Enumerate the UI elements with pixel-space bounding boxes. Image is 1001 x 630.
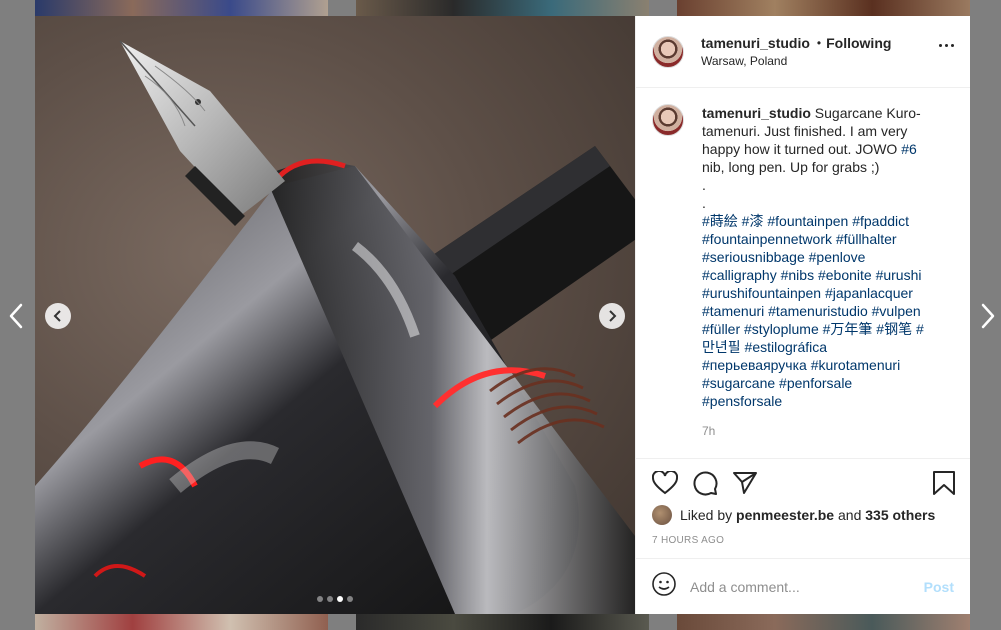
carousel-prev-button[interactable]	[45, 303, 71, 329]
grid-thumbnail[interactable]	[677, 0, 970, 16]
grid-thumbnail[interactable]	[356, 0, 649, 16]
grid-thumbnail[interactable]	[35, 0, 328, 16]
liker-avatar[interactable]	[652, 505, 672, 525]
heart-icon[interactable]	[652, 471, 678, 495]
post-comment-button[interactable]: Post	[924, 579, 954, 595]
grid-thumbnail[interactable]	[35, 614, 328, 630]
comment-bubble-icon[interactable]	[692, 470, 718, 496]
bookmark-icon[interactable]	[932, 470, 956, 501]
likes-summary: Liked by penmeester.be and 335 others	[652, 505, 954, 525]
carousel-indicator	[317, 596, 353, 602]
separator-dot: •	[816, 36, 822, 50]
grid-thumbnail[interactable]	[677, 614, 970, 630]
caption-username[interactable]: tamenuri_studio	[702, 105, 811, 121]
chevron-left-icon	[53, 310, 61, 322]
carousel-dot	[347, 596, 353, 602]
post-timestamp[interactable]: 7 HOURS AGO	[652, 535, 954, 546]
paper-plane-icon[interactable]	[732, 471, 758, 495]
follow-status-button[interactable]: Following	[826, 35, 891, 51]
caption: tamenuri_studio Sugarcane Kuro-tamenuri.…	[652, 104, 954, 440]
caption-age: 7h	[702, 424, 716, 438]
grid-thumbnail[interactable]	[356, 614, 649, 630]
more-options-icon[interactable]	[939, 44, 954, 47]
previous-post-button[interactable]	[4, 300, 28, 332]
next-post-button[interactable]	[976, 300, 1000, 332]
likes-others-link[interactable]: 335 others	[865, 507, 935, 523]
hashtag-link[interactable]: #6	[901, 141, 917, 157]
author-username[interactable]: tamenuri_studio	[701, 35, 810, 51]
chevron-right-icon	[609, 310, 617, 322]
carousel-next-button[interactable]	[599, 303, 625, 329]
caption-text: tamenuri_studio Sugarcane Kuro-tamenuri.…	[702, 105, 926, 409]
pen-photo	[35, 40, 635, 614]
smiley-icon[interactable]	[652, 572, 676, 601]
post-sidebar: tamenuri_studio • Following Warsaw, Pola…	[635, 16, 970, 614]
hashtag-list[interactable]: #蒔絵 #漆 #fountainpen #fpaddict #fountainp…	[702, 213, 925, 409]
carousel-dot	[317, 596, 323, 602]
avatar[interactable]	[652, 35, 684, 68]
post-header: tamenuri_studio • Following Warsaw, Pola…	[636, 16, 970, 88]
actions-section: Liked by penmeester.be and 335 others 7 …	[636, 458, 970, 558]
liker-username[interactable]: penmeester.be	[736, 507, 834, 523]
carousel-dot	[327, 596, 333, 602]
comment-input[interactable]	[690, 578, 924, 595]
post-media	[35, 16, 635, 614]
carousel-dot	[337, 596, 343, 602]
chevron-left-icon	[9, 303, 23, 329]
comments-section: tamenuri_studio Sugarcane Kuro-tamenuri.…	[636, 88, 970, 458]
post-location[interactable]: Warsaw, Poland	[701, 54, 891, 68]
comment-box: Post	[636, 558, 970, 614]
chevron-right-icon	[981, 303, 995, 329]
post-modal: tamenuri_studio • Following Warsaw, Pola…	[35, 16, 970, 614]
avatar[interactable]	[652, 104, 684, 136]
